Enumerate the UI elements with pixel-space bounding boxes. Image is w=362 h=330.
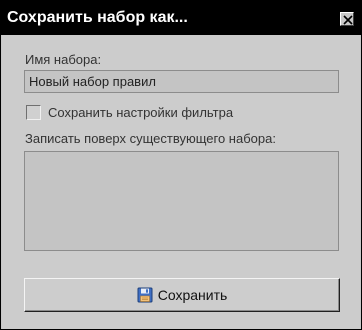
- existing-sets-list[interactable]: [24, 151, 339, 251]
- overwrite-label: Записать поверх существующего набора:: [25, 131, 276, 146]
- floppy-disk-icon: [137, 287, 153, 303]
- save-button[interactable]: Сохранить: [24, 278, 340, 312]
- set-name-input[interactable]: [24, 70, 339, 93]
- save-set-dialog: Сохранить набор как... Имя набора: Сохра…: [0, 0, 362, 330]
- title-bar[interactable]: Сохранить набор как...: [1, 1, 361, 35]
- set-name-label: Имя набора:: [25, 52, 102, 67]
- save-button-label: Сохранить: [157, 287, 228, 303]
- save-filter-label[interactable]: Сохранить настройки фильтра: [48, 105, 233, 120]
- close-button[interactable]: [340, 12, 354, 26]
- dialog-body: Имя набора: Сохранить настройки фильтра …: [2, 35, 360, 329]
- save-filter-checkbox[interactable]: [26, 105, 41, 120]
- close-icon: [343, 15, 353, 25]
- dialog-title: Сохранить набор как...: [7, 9, 188, 26]
